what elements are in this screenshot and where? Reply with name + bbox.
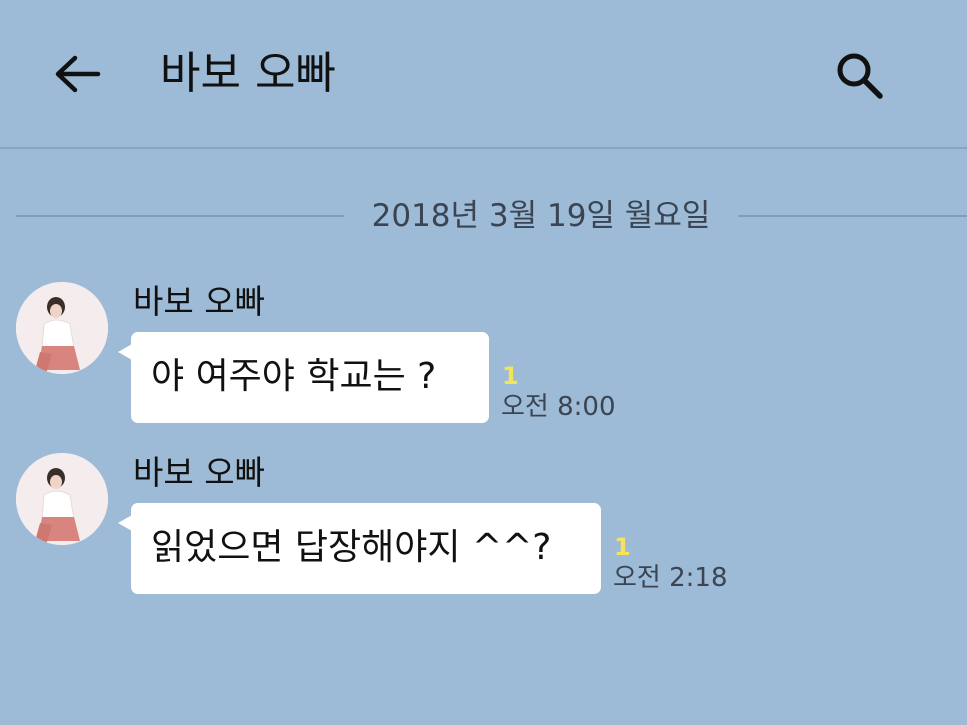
date-divider-left: [16, 215, 344, 217]
avatar[interactable]: [16, 282, 108, 374]
arrow-left-icon: [55, 55, 101, 93]
date-label: 2018년 3월 19일 월요일: [371, 198, 711, 234]
unread-count: 1: [614, 533, 631, 561]
back-button[interactable]: [48, 48, 104, 100]
search-button[interactable]: [828, 46, 888, 102]
sender-name: 바보 오빠: [133, 282, 265, 321]
message-bubble[interactable]: 야 여주야 학교는 ?: [118, 332, 489, 423]
message-text: 야 여주야 학교는 ?: [151, 356, 437, 397]
message-time: 오전 2:18: [613, 563, 728, 593]
sender-name: 바보 오빠: [133, 453, 265, 492]
avatar[interactable]: [16, 453, 108, 545]
unread-count: 1: [502, 362, 519, 390]
profile-photo: [16, 453, 108, 545]
date-divider-right: [738, 215, 967, 217]
chat-header: 바보 오빠: [0, 0, 967, 149]
date-separator: 2018년 3월 19일 월요일: [16, 192, 967, 240]
message-bubble[interactable]: 읽었으면 답장해야지 ^^?: [118, 503, 601, 594]
message-time: 오전 8:00: [501, 392, 616, 422]
message-text: 읽었으면 답장해야지 ^^?: [151, 527, 552, 568]
profile-photo: [16, 282, 108, 374]
search-icon: [837, 53, 883, 99]
chat-title: 바보 오빠: [160, 48, 336, 99]
